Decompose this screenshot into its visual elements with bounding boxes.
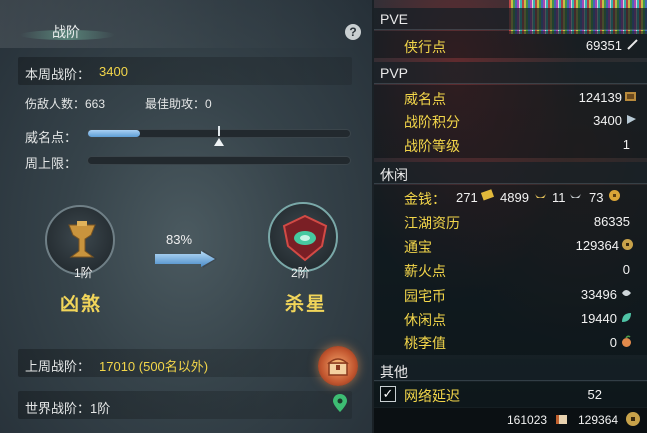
next-tier-emblem xyxy=(268,202,338,272)
progress-arrow-icon xyxy=(155,250,217,268)
treasure-chest-icon xyxy=(327,358,349,376)
jianghu-seniority-value: 86335 xyxy=(593,214,630,229)
rank-level-label: 战阶等级 xyxy=(404,138,460,154)
money-coin-value: 73 xyxy=(589,190,604,205)
sword-icon xyxy=(627,39,638,50)
location-pin-icon[interactable] xyxy=(333,394,347,412)
other-section-header: 其他 xyxy=(374,359,647,381)
weekly-rank-value: 3400 xyxy=(99,64,128,79)
weekly-rank-label: 本周战阶： xyxy=(25,67,91,82)
leisure-section-title: 休闲 xyxy=(380,167,408,183)
leisure-section-header: 休闲 xyxy=(374,162,647,184)
coin-icon xyxy=(609,190,620,201)
leisure-points-value: 19440 xyxy=(580,311,617,326)
rank-level-value: 1 xyxy=(622,137,630,152)
taoli-value-value: 0 xyxy=(609,335,617,350)
current-tier-level: 1阶 xyxy=(74,266,93,280)
world-rank-label: 世界战阶：1阶 xyxy=(25,401,111,416)
silver-ingot-icon xyxy=(535,194,546,198)
chivalry-points-value: 69351 xyxy=(585,38,622,53)
homestead-coin-icon xyxy=(622,290,631,296)
fame-points-value: 124139 xyxy=(578,90,622,105)
panel-title: 战阶 xyxy=(52,24,80,40)
bottom-left-value: 161023 xyxy=(507,413,548,427)
fame-banner-icon xyxy=(625,92,636,101)
chivalry-points-label: 侠行点 xyxy=(404,39,446,55)
fame-points-label: 威名点 xyxy=(404,91,446,107)
money-copper-value: 11 xyxy=(552,190,566,205)
rank-score-value: 3400 xyxy=(593,113,622,128)
pvp-section-title: PVP xyxy=(380,65,409,81)
fame-label: 威名点： xyxy=(25,130,78,145)
network-latency-label: 网络延迟 xyxy=(404,388,460,404)
tongbao-label: 通宝 xyxy=(404,239,432,255)
leaf-icon xyxy=(622,313,631,322)
weekly-cap-label: 周上限： xyxy=(25,156,78,171)
homestead-coin-value: 33496 xyxy=(580,287,617,302)
current-tier-name: 凶煞 xyxy=(60,294,103,315)
next-tier-level: 2阶 xyxy=(291,266,310,280)
money-gold-value: 271 xyxy=(456,190,478,205)
jianghu-seniority-label: 江湖资历 xyxy=(404,215,460,231)
fame-cap-marker-icon xyxy=(214,138,224,146)
other-section-title: 其他 xyxy=(380,364,408,380)
next-tier-name: 杀星 xyxy=(285,294,328,315)
peach-icon xyxy=(622,335,631,347)
leisure-points-label: 休闲点 xyxy=(404,312,446,328)
kills-stat: 伤敌人数：663 xyxy=(25,97,106,111)
rank-score-label: 战阶积分 xyxy=(404,114,460,130)
tier-progress-percent: 83% xyxy=(166,232,193,247)
network-latency-value: 52 xyxy=(587,387,602,402)
fame-cap-marker-line xyxy=(218,126,220,136)
best-assist-stat: 最佳助攻：0 xyxy=(145,97,212,111)
money-silver-value: 4899 xyxy=(500,190,529,205)
bottom-right-value: 129364 xyxy=(578,413,619,427)
pve-section-title: PVE xyxy=(380,11,409,27)
money-label: 金钱： xyxy=(404,191,446,207)
pve-section-header: PVE xyxy=(374,8,647,30)
scroll-icon xyxy=(556,415,567,424)
copper-ingot-icon xyxy=(570,194,581,198)
battle-rank-panel: 战阶 ? 本周战阶： 3400 伤敌人数：663 最佳助攻：0 威名点： 周上限… xyxy=(0,0,372,433)
tongbao-coin-icon xyxy=(626,412,640,426)
gold-ingot-icon xyxy=(481,189,494,201)
tongbao-value: 129364 xyxy=(575,238,619,253)
help-button[interactable]: ? xyxy=(345,24,361,40)
weekly-cap-bar xyxy=(87,156,351,165)
xinhuo-points-label: 薪火点 xyxy=(404,263,446,279)
pvp-section-header: PVP xyxy=(374,62,647,84)
homestead-coin-label: 园宅币 xyxy=(404,288,446,304)
xinhuo-points-value: 0 xyxy=(622,262,630,277)
reward-chest-button[interactable] xyxy=(318,346,358,386)
currency-panel: PVE 侠行点 69351 PVP 威名点 124139 战阶积分 3400 战… xyxy=(374,0,647,433)
last-week-rank-label: 上周战阶： xyxy=(25,359,91,374)
rank-wing-icon xyxy=(627,115,636,124)
tongbao-coin-icon xyxy=(622,239,633,250)
fame-progress-fill xyxy=(88,130,141,137)
network-latency-checkbox[interactable]: ✓ xyxy=(380,386,396,402)
last-week-rank-value: 17010 (500名以外) xyxy=(99,359,209,374)
taoli-value-label: 桃李值 xyxy=(404,335,446,351)
